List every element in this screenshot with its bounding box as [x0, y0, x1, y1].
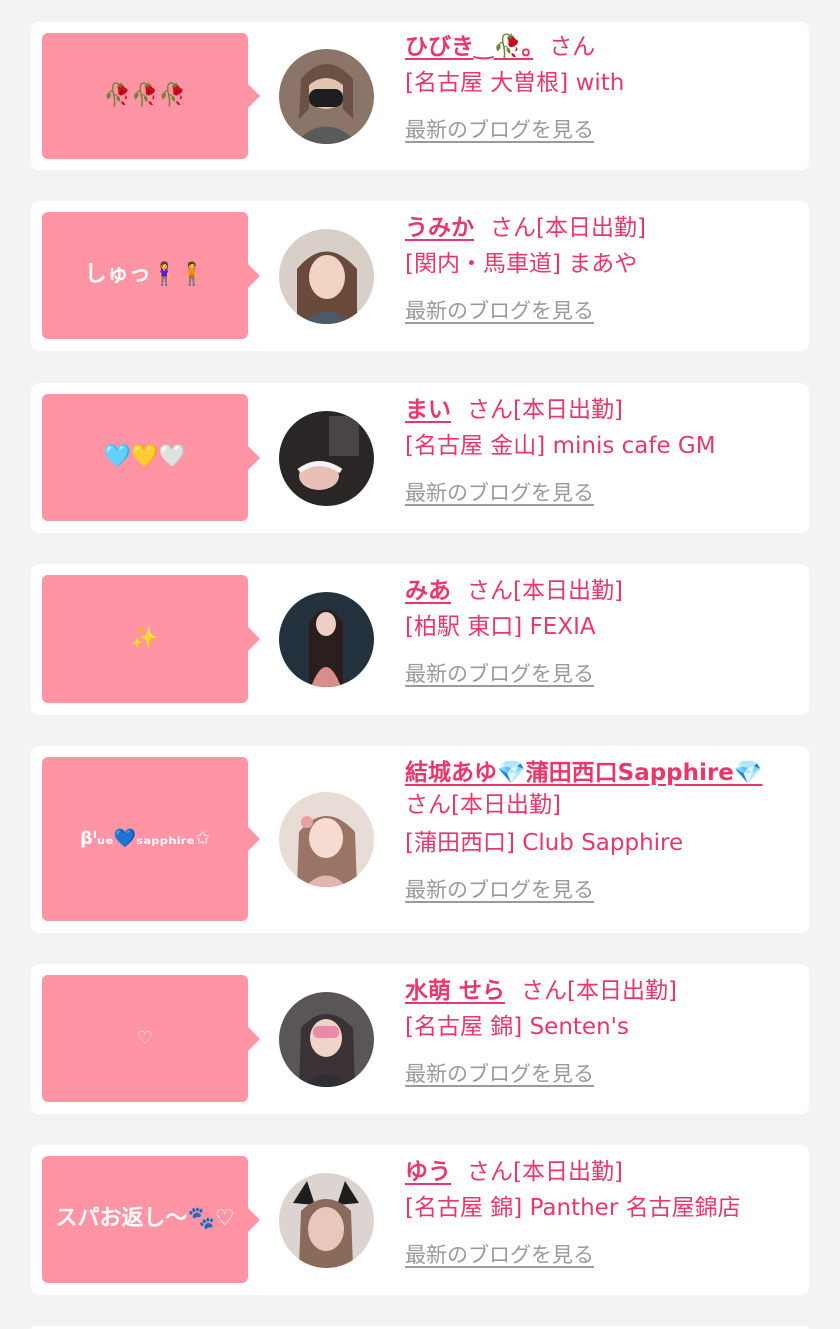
comment-text: ✨ — [131, 625, 159, 651]
blog-list: 🥀🥀🥀 ひびき‿🥀｡ さん [名古屋 大曽根] with 最新のブログを見る しゅ… — [0, 0, 840, 1329]
comment-text: 🩵💛🤍 — [103, 444, 187, 470]
girl-name-link[interactable]: 水萌 せら — [405, 978, 505, 1004]
name-suffix: さん[本日出勤] — [521, 978, 677, 1004]
list-item: 🩵💛🤍 まい さん[本日出勤] [名古屋 金山] minis cafe GM 最新… — [31, 383, 809, 533]
girl-name-link[interactable]: まい — [405, 397, 451, 423]
girl-name-link[interactable]: 結城あゆ💎蒲田西口Sapphire💎 — [405, 760, 763, 786]
girl-name-link[interactable]: ゆう — [405, 1159, 451, 1185]
comment-bubble: ✨ — [42, 575, 260, 703]
latest-blog-link[interactable]: 最新のブログを見る — [405, 299, 594, 324]
comment-bubble: スパお返し〜🐾♡ — [42, 1156, 260, 1283]
comment-bubble: しゅっ🧍‍♀️🧍 — [42, 212, 260, 339]
avatar[interactable] — [279, 49, 374, 144]
comment-text: 🥀🥀🥀 — [103, 82, 187, 108]
shop-label: [蒲田西口] Club Sapphire — [405, 830, 684, 857]
comment-text: ♡ — [136, 1027, 154, 1049]
comment-text: βˡᵤₑ💙ₛₐₚₚₕᵢᵣₑ✩ — [80, 828, 210, 850]
avatar-image — [279, 411, 374, 506]
shop-label: [名古屋 大曽根] with — [405, 70, 625, 97]
name-suffix: さん[本日出勤] — [467, 578, 623, 604]
latest-blog-link[interactable]: 最新のブログを見る — [405, 1062, 594, 1087]
latest-blog-link[interactable]: 最新のブログを見る — [405, 481, 594, 506]
avatar[interactable] — [279, 1173, 374, 1268]
avatar-image — [279, 49, 374, 144]
latest-blog-link[interactable]: 最新のブログを見る — [405, 118, 594, 143]
name-suffix: さん[本日出勤] — [467, 397, 623, 423]
shop-label: [関内・馬車道] まあや — [405, 251, 638, 278]
shop-label: [名古屋 錦] Senten's — [405, 1014, 629, 1041]
comment-text: しゅっ🧍‍♀️🧍 — [84, 262, 206, 288]
comment-text: スパお返し〜🐾♡ — [55, 1206, 235, 1232]
list-item: ♡ 水萌 せら さん[本日出勤] [名古屋 錦] Senten's 最新のブログを… — [31, 964, 809, 1114]
avatar-image — [279, 229, 374, 324]
avatar-image — [279, 1173, 374, 1268]
avatar[interactable] — [279, 411, 374, 506]
name-suffix: さん[本日出勤] — [467, 1159, 623, 1185]
shop-label: [名古屋 錦] Panther 名古屋錦店 — [405, 1195, 741, 1222]
avatar[interactable] — [279, 992, 374, 1087]
comment-bubble: 🥀🥀🥀 — [42, 33, 260, 159]
girl-name-link[interactable]: うみか — [405, 215, 474, 241]
latest-blog-link[interactable]: 最新のブログを見る — [405, 878, 594, 903]
list-item: βˡᵤₑ💙ₛₐₚₚₕᵢᵣₑ✩ 結城あゆ💎蒲田西口Sapphire💎 さん[本日出… — [31, 746, 809, 933]
shop-label: [柏駅 東口] FEXIA — [405, 614, 596, 641]
avatar[interactable] — [279, 792, 374, 887]
shop-label: [名古屋 金山] minis cafe GM — [405, 433, 716, 460]
comment-bubble: 🩵💛🤍 — [42, 394, 260, 521]
avatar[interactable] — [279, 592, 374, 687]
name-suffix: さん[本日出勤] — [405, 792, 561, 819]
girl-name-link[interactable]: みあ — [405, 578, 451, 604]
list-item: 🥀🥀🥀 ひびき‿🥀｡ さん [名古屋 大曽根] with 最新のブログを見る — [31, 22, 809, 170]
name-suffix: さん — [549, 34, 596, 60]
girl-name-link[interactable]: ひびき‿🥀｡ — [405, 34, 533, 60]
list-item: ✨ みあ さん[本日出勤] [柏駅 東口] FEXIA 最新のブログを見る — [31, 564, 809, 715]
list-item: しゅっ🧍‍♀️🧍 うみか さん[本日出勤] [関内・馬車道] まあや 最新のブログ… — [31, 201, 809, 351]
name-suffix: さん[本日出勤] — [490, 215, 646, 241]
avatar[interactable] — [279, 229, 374, 324]
list-item: スパお返し〜🐾♡ ゆう さん[本日出勤] [名古屋 錦] Panther 名古屋錦… — [31, 1145, 809, 1295]
avatar-image — [279, 992, 374, 1087]
comment-bubble: βˡᵤₑ💙ₛₐₚₚₕᵢᵣₑ✩ — [42, 757, 260, 921]
latest-blog-link[interactable]: 最新のブログを見る — [405, 1243, 594, 1268]
avatar-image — [279, 592, 374, 687]
comment-bubble: ♡ — [42, 975, 260, 1102]
latest-blog-link[interactable]: 最新のブログを見る — [405, 662, 594, 687]
avatar-image — [279, 792, 374, 887]
